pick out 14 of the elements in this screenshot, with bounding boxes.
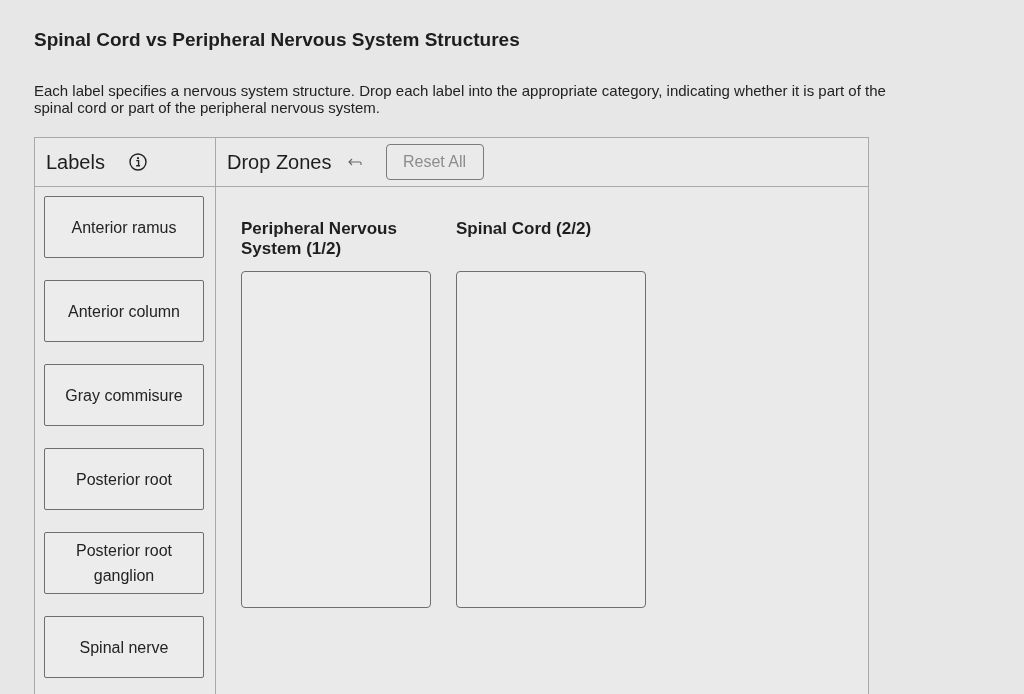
labels-heading: Labels [46, 150, 105, 174]
draggable-label[interactable]: Posterior root [44, 448, 204, 510]
info-icon[interactable] [128, 153, 147, 171]
drop-zones-heading: Drop Zones [227, 150, 332, 174]
undo-arrow-icon[interactable] [347, 157, 362, 167]
drop-zone-title: Spinal Cord (2/2) [456, 219, 593, 240]
draggable-label[interactable]: Anterior ramus [44, 196, 204, 258]
drop-zone-title: Peripheral Nervous System (1/2) [241, 219, 398, 260]
draggable-label[interactable]: Anterior column [44, 280, 204, 342]
draggable-label[interactable]: Spinal nerve [44, 616, 204, 678]
instructions-text: Each label specifies a nervous system structure. Drop each label into the appropriate category, indicating whether it is part of the spinal cord or part of the peripheral nervous system. [34, 82, 887, 116]
page-title: Spinal Cord vs Peripheral Nervous System Structures [34, 28, 521, 52]
draggable-label[interactable]: Posterior root ganglion [44, 532, 204, 594]
draggable-label[interactable]: Gray commisure [44, 364, 204, 426]
